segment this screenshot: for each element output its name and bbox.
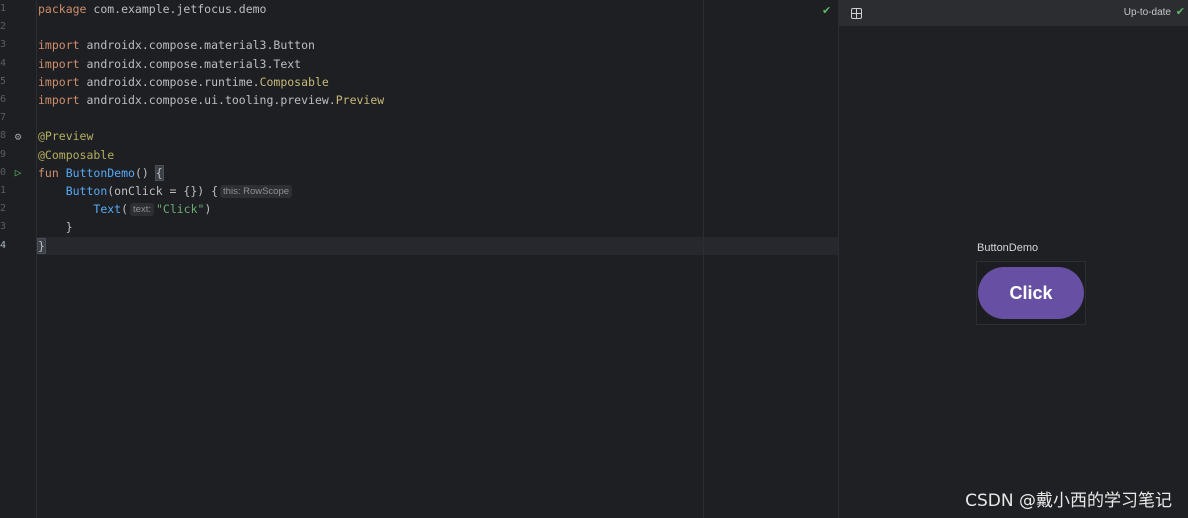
line-number: 9 <box>0 148 7 160</box>
run-preview-icon[interactable]: ▷ <box>12 167 24 179</box>
code-line[interactable]: import androidx.compose.ui.tooling.previ… <box>38 91 384 109</box>
code-token: androidx.compose.material3.Text <box>79 56 302 71</box>
code-token: import <box>38 74 80 89</box>
code-token: package <box>38 2 87 16</box>
inspection-ok-check-icon[interactable]: ✔ <box>822 4 831 17</box>
code-token: com.example.jetfocus.demo <box>86 2 267 16</box>
line-number: 1 <box>0 185 7 196</box>
code-token: androidx.compose.material3.Button <box>79 38 315 53</box>
code-token: ( <box>121 202 129 217</box>
line-number-gutter: 1 2 3 4 5 6 7 8 9 0 1 2 3 4 ⚙ ▷ <box>0 0 37 518</box>
code-token: @Preview <box>38 129 94 144</box>
preview-title: ButtonDemo <box>977 242 1039 254</box>
line-number: 4 <box>0 57 7 69</box>
split-view-icon[interactable] <box>851 8 862 19</box>
preview-settings-gear-icon[interactable]: ⚙ <box>12 131 24 143</box>
code-token: { <box>154 164 164 181</box>
code-token: Button <box>65 184 108 198</box>
code-token: import <box>38 93 80 107</box>
code-token: androidx.compose.runtime. <box>79 74 260 89</box>
preview-toolbar: Up-to-date ✔ <box>839 0 1188 26</box>
line-number: 8 <box>0 130 7 142</box>
line-number: 0 <box>0 166 7 178</box>
code-token: } <box>37 237 46 254</box>
code-token: ButtonDemo <box>65 165 135 180</box>
code-line[interactable]: import androidx.compose.material3.Text <box>38 55 301 73</box>
code-line[interactable]: fun ButtonDemo() { <box>38 164 164 182</box>
code-token: (onClick = {}) { <box>107 184 219 198</box>
code-token: () <box>134 165 156 180</box>
line-number: 7 <box>0 112 7 124</box>
code-line[interactable]: } <box>38 218 73 236</box>
code-token: } <box>38 220 73 235</box>
inlay-hint: text: <box>130 203 154 217</box>
line-number: 2 <box>0 203 7 215</box>
code-line[interactable]: Text(text: "Click") <box>38 200 211 218</box>
code-line[interactable]: package com.example.jetfocus.demo <box>38 0 266 18</box>
up-to-date-check-icon: ✔ <box>1175 5 1185 18</box>
code-token: import <box>38 38 80 53</box>
code-token: Preview <box>335 93 385 107</box>
code-line[interactable]: import androidx.compose.material3.Button <box>38 36 315 54</box>
preview-render-frame[interactable]: Click <box>976 261 1086 325</box>
code-token: Composable <box>259 74 329 89</box>
right-margin-guide <box>703 0 704 518</box>
line-number: 4 <box>0 239 7 251</box>
click-button[interactable]: Click <box>978 267 1084 319</box>
code-line[interactable]: } <box>37 237 46 255</box>
code-token: ) <box>204 202 212 217</box>
line-number: 2 <box>0 21 7 33</box>
code-line[interactable]: @Preview <box>38 127 93 145</box>
current-line-highlight <box>37 237 838 255</box>
code-token: Text <box>93 202 122 217</box>
line-number: 5 <box>0 75 7 87</box>
code-token: fun <box>38 165 59 180</box>
watermark: CSDN @戴小西的学习笔记 <box>965 491 1172 511</box>
code-editor[interactable]: 1 2 3 4 5 6 7 8 9 0 1 2 3 4 ⚙ ▷ package com.example.j… <box>0 0 838 518</box>
code-token: import <box>38 56 80 71</box>
code-token: androidx.compose.ui.tooling.preview. <box>79 93 336 107</box>
code-token: @Composable <box>38 147 115 162</box>
code-token: "Click" <box>155 202 205 217</box>
inlay-hint: this: RowScope <box>220 185 293 198</box>
compose-preview-panel: Up-to-date ✔ ButtonDemo Click <box>838 0 1188 518</box>
preview-status-text: Up-to-date <box>1123 7 1171 18</box>
line-number: 6 <box>0 94 7 105</box>
line-number: 1 <box>0 3 7 14</box>
code-line[interactable]: Button(onClick = {}) {this: RowScope <box>38 182 294 200</box>
line-number: 3 <box>0 221 7 233</box>
line-number: 3 <box>0 39 7 51</box>
code-line[interactable]: @Composable <box>38 146 114 164</box>
code-line[interactable]: import androidx.compose.runtime.Composab… <box>38 73 329 91</box>
